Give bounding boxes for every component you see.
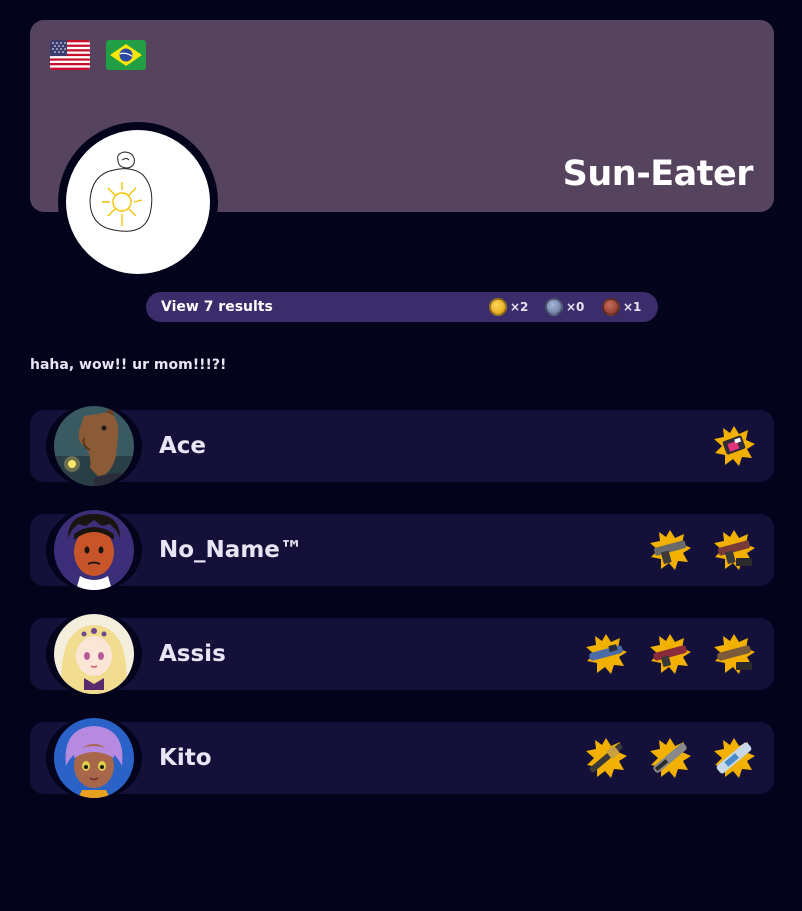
- team-bio: haha, wow!! ur mom!!!?!: [30, 357, 227, 373]
- sun-jar-drawing-icon: [89, 151, 153, 232]
- silver-medal-count-text: ×0: [566, 300, 585, 314]
- brazil-flag-icon: [106, 40, 146, 70]
- player-row[interactable]: No_Name™: [30, 508, 774, 592]
- team-avatar: [66, 130, 210, 274]
- player-avatar: [54, 718, 134, 798]
- weapon-list: [582, 734, 758, 782]
- player-avatar-frame: [46, 508, 142, 592]
- team-name: Sun-Eater: [562, 154, 754, 194]
- splatter-weapon-icon: [650, 738, 691, 778]
- weapon-list: [646, 526, 758, 574]
- weapon-list: [582, 630, 758, 678]
- player-row[interactable]: Assis: [30, 612, 774, 696]
- team-avatar-frame: [58, 122, 218, 282]
- splatter-weapon-icon: [714, 530, 755, 570]
- results-bar: View 7 results ×2 ×0 ×1: [146, 292, 658, 322]
- view-results-link[interactable]: View 7 results: [161, 292, 273, 322]
- player-avatar-frame: [46, 716, 142, 800]
- team-page: Sun-Eater View 7 results ×2 ×0 ×1 haha, …: [0, 0, 802, 911]
- gold-medal-count-text: ×2: [510, 300, 529, 314]
- gold-medal-count: ×2: [489, 297, 528, 317]
- player-avatar: [54, 406, 134, 486]
- bronze-medal-count-text: ×1: [623, 300, 642, 314]
- player-row[interactable]: Ace: [30, 404, 774, 488]
- splatter-weapon-icon: [650, 530, 691, 570]
- us-flag-icon: [50, 40, 90, 70]
- splatter-weapon-icon: [586, 634, 627, 674]
- splatter-weapon-icon: [650, 634, 691, 674]
- weapon-list: [710, 422, 758, 470]
- player-row[interactable]: Kito: [30, 716, 774, 800]
- player-avatar: [54, 510, 134, 590]
- player-name: Assis: [159, 641, 226, 667]
- silver-medal-icon: [545, 298, 563, 316]
- player-avatar: [54, 614, 134, 694]
- splatter-weapon-icon: [714, 634, 755, 674]
- gold-medal-icon: [489, 298, 507, 316]
- player-avatar-frame: [46, 404, 142, 488]
- player-name: No_Name™: [159, 537, 303, 563]
- silver-medal-count: ×0: [545, 297, 584, 317]
- player-name: Ace: [159, 433, 207, 459]
- anime-girl-avatar-icon: [54, 614, 134, 694]
- splatter-weapon-icon: [714, 426, 755, 466]
- horse-character-avatar-icon: [54, 406, 134, 486]
- mii-avatar-icon: [54, 510, 134, 590]
- bronze-medal-count: ×1: [602, 297, 641, 317]
- player-avatar-frame: [46, 612, 142, 696]
- octoling-avatar-icon: [54, 718, 134, 798]
- splatter-weapon-icon: [586, 738, 627, 778]
- bronze-medal-icon: [602, 298, 620, 316]
- player-name: Kito: [159, 745, 212, 771]
- splatter-weapon-icon: [714, 738, 755, 778]
